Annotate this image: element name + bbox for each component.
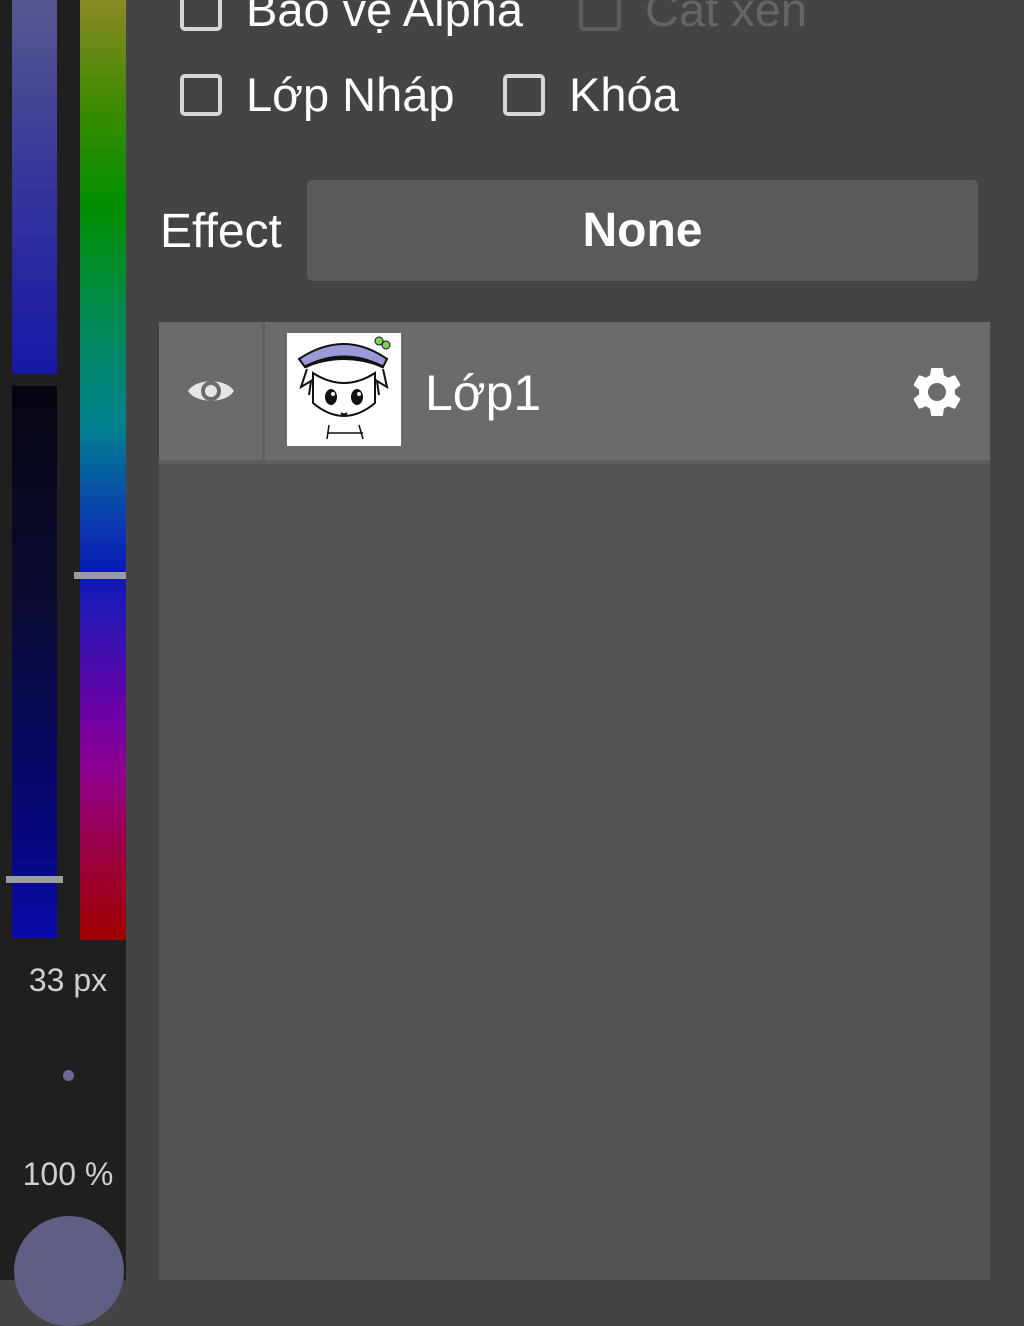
layer-thumbnail-drawing <box>297 336 391 440</box>
effect-label: Effect <box>160 205 282 258</box>
brightness-slider[interactable] <box>12 386 57 938</box>
draft-layer-option[interactable]: Lớp Nháp <box>180 67 455 122</box>
alpha-protect-option[interactable]: Bảo vệ Alpha <box>180 0 523 37</box>
hue-slider[interactable] <box>80 0 126 940</box>
alpha-protect-checkbox[interactable] <box>180 0 222 31</box>
brush-opacity-label[interactable]: 100 % <box>0 1156 136 1193</box>
clipping-label: Cắt xén <box>645 0 807 36</box>
layer-visibility-toggle[interactable] <box>159 322 262 460</box>
clipping-checkbox[interactable] <box>579 0 621 31</box>
lock-label: Khóa <box>569 68 679 121</box>
hue-slider-handle[interactable] <box>74 572 126 579</box>
alpha-protect-label: Bảo vệ Alpha <box>246 0 523 36</box>
brush-opacity-preview[interactable] <box>14 1216 124 1326</box>
lock-option[interactable]: Khóa <box>503 67 679 122</box>
layer-row-divider <box>262 322 265 460</box>
layer-thumbnail[interactable] <box>287 333 401 446</box>
saturation-slider[interactable] <box>12 0 57 374</box>
clipping-option[interactable]: Cắt xén <box>579 0 807 37</box>
color-tool-strip: 33 px 100 % <box>0 0 126 1326</box>
gear-icon[interactable] <box>907 362 967 422</box>
layer-list: Lớp1 <box>159 322 990 1280</box>
lock-checkbox[interactable] <box>503 73 545 116</box>
effect-select-button[interactable]: None <box>307 180 978 281</box>
brush-size-label[interactable]: 33 px <box>0 962 136 999</box>
brush-size-preview <box>63 1070 74 1081</box>
layer-row-separator <box>159 460 990 464</box>
draft-layer-checkbox[interactable] <box>180 73 222 116</box>
layer-name[interactable]: Lớp1 <box>425 364 541 422</box>
layer-row[interactable]: Lớp1 <box>159 322 990 460</box>
brightness-slider-handle[interactable] <box>6 876 63 883</box>
draft-layer-label: Lớp Nháp <box>246 68 455 121</box>
eye-icon <box>187 381 234 401</box>
